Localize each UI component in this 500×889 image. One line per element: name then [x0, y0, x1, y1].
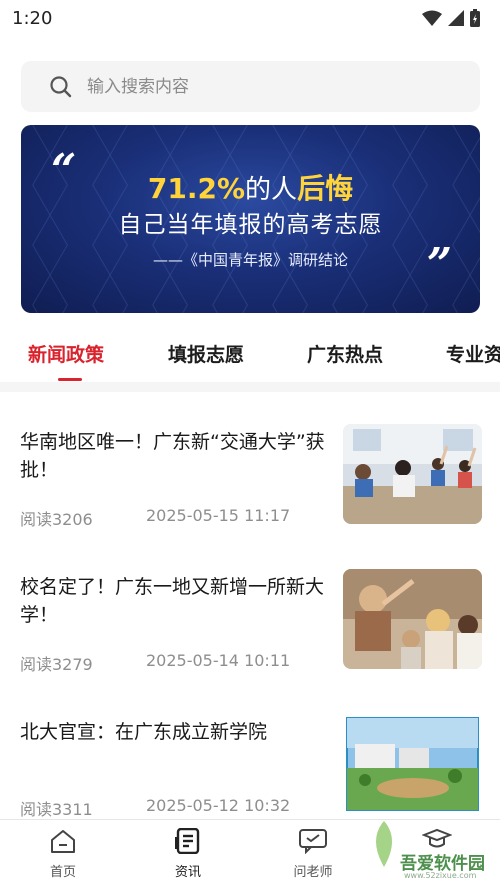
tab-guangdong-hot[interactable]: 广东热点	[307, 340, 383, 367]
close-quote-icon: ”	[426, 239, 452, 290]
watermark: 吾爱软件园 www.52zixue.com	[364, 811, 494, 881]
news-date: 2025-05-12 10:32	[146, 796, 291, 815]
banner-subheadline: 自己当年填报的高考志愿	[118, 212, 383, 238]
tab-news-policy[interactable]: 新闻政策	[28, 340, 104, 367]
news-date: 2025-05-14 10:11	[146, 651, 291, 670]
news-meta: 阅读3206 2025-05-15 11:17	[20, 506, 290, 530]
news-meta: 阅读3311 2025-05-12 10:32	[20, 796, 290, 820]
banner-source: ——《中国青年报》调研结论	[152, 251, 348, 269]
news-thumbnail-classroom	[343, 424, 482, 524]
wifi-icon	[422, 10, 442, 26]
status-icons	[422, 9, 480, 27]
status-time: 1:20	[12, 7, 53, 29]
tab-fill-application[interactable]: 填报志愿	[168, 340, 244, 367]
chat-icon	[299, 829, 327, 855]
news-item[interactable]: 校名定了！广东一地又新增一所新大学！ 阅读3279 2025-05-14 10:…	[0, 569, 500, 703]
status-bar: 1:20	[0, 0, 500, 36]
banner-percent: 71.2%	[147, 172, 246, 205]
watermark-url: www.52zixue.com	[404, 871, 477, 880]
bottom-tab-label: 问老师	[293, 865, 333, 880]
banner-headline-highlight: 后悔	[297, 172, 354, 205]
news-read-count: 阅读3311	[20, 800, 93, 819]
search-icon	[50, 75, 72, 97]
search-bar[interactable]	[21, 61, 480, 112]
news-title: 北大官宣：在广东成立新学院	[20, 721, 268, 743]
bottom-tab-ask-teacher[interactable]: 问老师	[278, 828, 348, 880]
news-thumbnail-lecture	[343, 569, 482, 669]
bottom-tab-label: 资讯	[174, 865, 201, 880]
bottom-tab-home[interactable]: 首页	[28, 828, 98, 880]
signal-icon	[448, 10, 464, 26]
active-tab-indicator	[58, 378, 82, 381]
battery-icon	[470, 9, 480, 27]
news-title: 华南地区唯一！广东新“交通大学”获批！	[20, 431, 325, 481]
tab-major-info[interactable]: 专业资	[446, 340, 500, 367]
news-read-count: 阅读3279	[20, 655, 93, 674]
news-read-count: 阅读3206	[20, 510, 93, 529]
bottom-tab-label: 首页	[49, 865, 76, 880]
news-item[interactable]: 华南地区唯一！广东新“交通大学”获批！ 阅读3206 2025-05-15 11…	[0, 424, 500, 558]
promo-banner[interactable]: “ 71.2%的人后悔 自己当年填报的高考志愿 ——《中国青年报》调研结论 ”	[21, 125, 480, 313]
news-thumbnail-campus	[343, 714, 482, 814]
news-title: 校名定了！广东一地又新增一所新大学！	[20, 576, 325, 626]
category-tabs: 新闻政策 填报志愿 广东热点 专业资	[0, 330, 500, 382]
news-date: 2025-05-15 11:17	[146, 506, 291, 525]
home-icon	[51, 830, 75, 853]
watermark-logo-icon	[376, 821, 392, 867]
news-icon	[175, 827, 200, 855]
news-meta: 阅读3279 2025-05-14 10:11	[20, 651, 290, 675]
search-input[interactable]	[87, 76, 447, 97]
banner-headline: 71.2%的人后悔	[21, 167, 480, 207]
banner-headline-mid: 的人	[245, 175, 298, 205]
section-divider	[0, 382, 500, 392]
bottom-tab-news[interactable]: 资讯	[153, 827, 223, 880]
